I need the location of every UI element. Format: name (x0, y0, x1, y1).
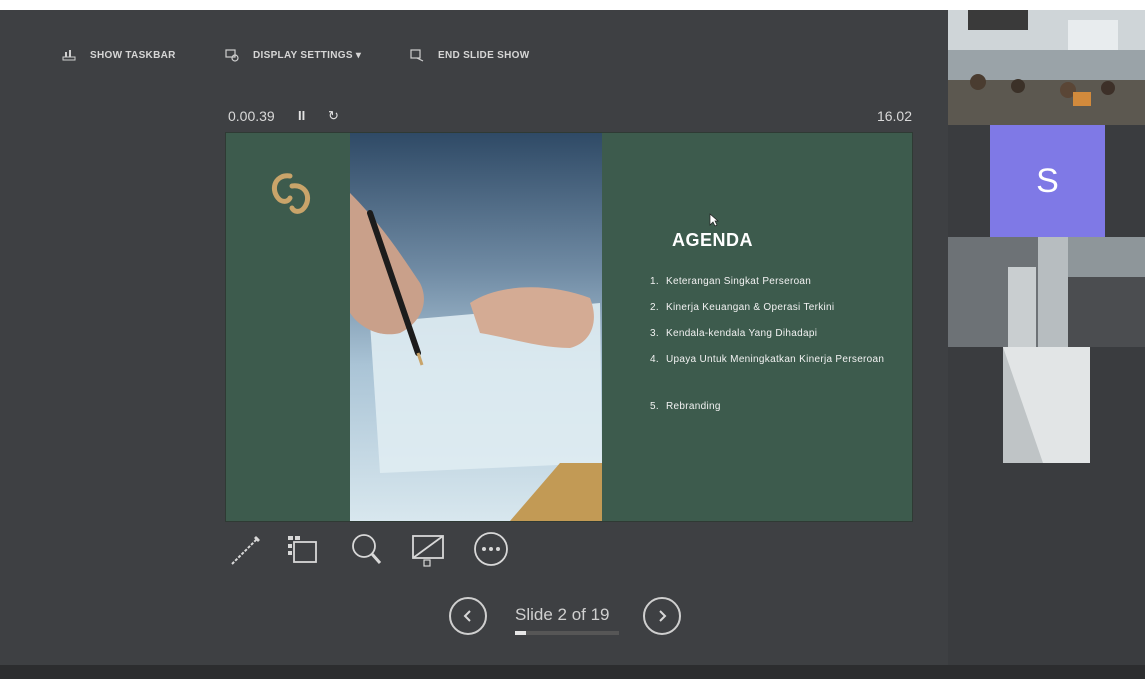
company-logo (272, 173, 310, 214)
slide-navigation: Slide 2 of 19 (449, 596, 694, 646)
presenter-toolbar: SHOW TASKBAR DISPLAY SETTINGS ▾ END SLID… (0, 10, 948, 90)
show-taskbar-button[interactable]: SHOW TASKBAR (62, 48, 176, 62)
meeting-room-video[interactable] (948, 10, 1145, 125)
slide-counter: Slide 2 of 19 (515, 605, 610, 624)
slide-title: AGENDA (672, 230, 754, 250)
current-time: 16.02 (876, 108, 912, 124)
end-slide-show-button[interactable]: END SLIDE SHOW (410, 48, 529, 62)
previous-slide-button[interactable] (449, 597, 487, 635)
slide-progress-bar (515, 631, 619, 635)
chevron-right-icon (659, 610, 667, 622)
slide-progress-fill (515, 631, 526, 635)
mouse-pointer-icon (709, 213, 719, 227)
more-options-icon[interactable] (472, 530, 512, 570)
agenda-item: 1. Keterangan Singkat Perseroan (650, 276, 812, 287)
end-slide-show-label: END SLIDE SHOW (438, 49, 530, 61)
timer-bar: 0.00.39 II ↻ 16.02 (228, 108, 912, 128)
participants-panel: S (948, 10, 1145, 679)
window-bottom-edge (0, 665, 1145, 679)
zoom-icon[interactable] (348, 530, 388, 570)
participant-video-wall[interactable] (1003, 347, 1090, 463)
agenda-item: 5. Rebranding (650, 401, 721, 412)
restart-timer-button[interactable]: ↻ (328, 108, 339, 124)
display-settings-button[interactable]: DISPLAY SETTINGS ▾ (225, 48, 361, 62)
chevron-left-icon (463, 610, 471, 622)
agenda-list: 1. Keterangan Singkat Perseroan 2. Kiner… (650, 274, 900, 425)
participant-video-room[interactable] (948, 237, 1145, 347)
elapsed-timer: 0.00.39 (228, 108, 275, 124)
agenda-item: 4. Upaya Untuk Meningkatkan Kinerja Pers… (650, 354, 885, 365)
show-taskbar-label: SHOW TASKBAR (90, 49, 176, 61)
black-screen-icon[interactable] (410, 530, 450, 570)
pen-tool-icon[interactable] (226, 530, 266, 570)
agenda-item: 2. Kinerja Keuangan & Operasi Terkini (650, 302, 835, 313)
slide-tools (226, 530, 526, 570)
end-show-icon (410, 49, 424, 62)
pause-timer-button[interactable]: II (298, 108, 305, 123)
participant-avatar[interactable]: S (990, 125, 1105, 237)
see-all-slides-icon[interactable] (284, 530, 324, 570)
current-slide: AGENDA 1. Keterangan Singkat Perseroan 2… (226, 133, 912, 521)
writing-hand-photo (350, 133, 602, 521)
display-settings-label: DISPLAY SETTINGS ▾ (253, 49, 362, 61)
next-slide-button[interactable] (643, 597, 681, 635)
display-settings-icon (225, 49, 239, 62)
presenter-view: SHOW TASKBAR DISPLAY SETTINGS ▾ END SLID… (0, 10, 1145, 679)
taskbar-icon (62, 50, 76, 61)
